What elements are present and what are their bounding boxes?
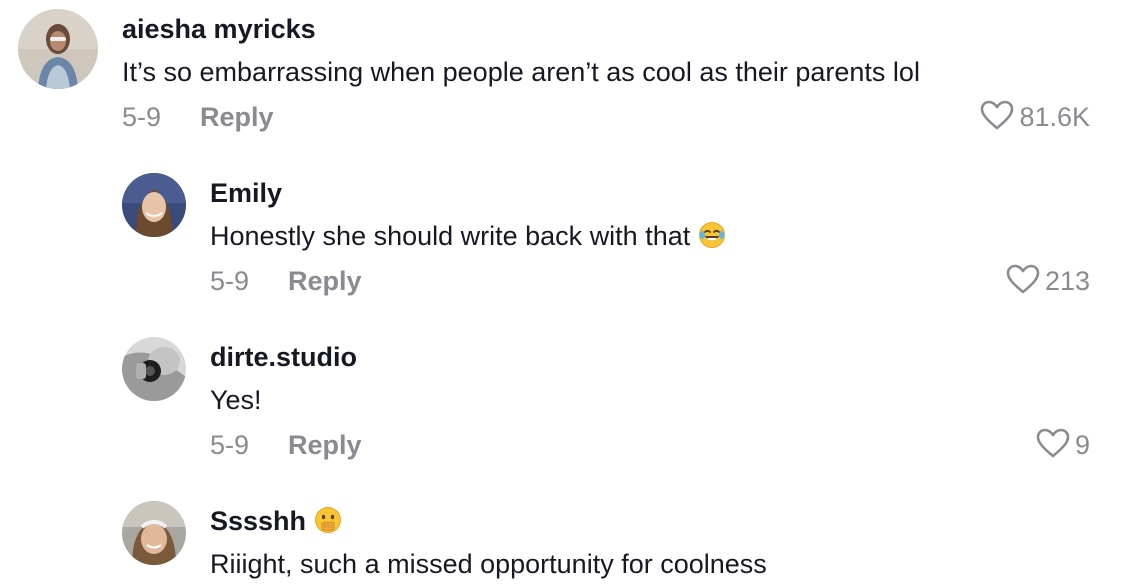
heart-icon	[979, 99, 1015, 136]
reply-button[interactable]: Reply	[288, 265, 362, 297]
like-button[interactable]: 213	[1005, 263, 1090, 300]
comment-username[interactable]: Sssshh	[210, 505, 342, 541]
like-count: 213	[1044, 266, 1090, 296]
like-count: 81.6K	[1019, 102, 1090, 132]
reply-button[interactable]: Reply	[288, 429, 362, 461]
reply-button[interactable]: Reply	[200, 101, 274, 133]
comment-text: Riiight, such a missed opportunity for c…	[210, 549, 767, 579]
comment-username[interactable]: aiesha myricks	[122, 13, 316, 45]
avatar[interactable]	[122, 173, 186, 237]
heart-icon	[1005, 263, 1041, 300]
face-with-hand-over-mouth-icon	[314, 506, 342, 541]
heart-icon	[1035, 427, 1071, 464]
comment-date: 5-9	[210, 430, 250, 460]
avatar[interactable]	[122, 337, 186, 401]
comment-text: Yes!	[210, 385, 262, 415]
comment-username-text: Sssshh	[210, 506, 307, 536]
comment-date: 5-9	[210, 266, 250, 296]
avatar[interactable]	[122, 501, 186, 565]
comment-text: It’s so embarrassing when people aren’t …	[122, 57, 920, 87]
avatar[interactable]	[18, 9, 98, 89]
comment-text-content: Honestly she should write back with that	[210, 221, 691, 251]
comment-text: Honestly she should write back with that	[210, 220, 726, 256]
comment-username[interactable]: dirte.studio	[210, 341, 357, 373]
like-button[interactable]: 9	[1035, 427, 1090, 464]
like-count: 9	[1074, 430, 1090, 460]
like-button[interactable]: 81.6K	[979, 99, 1090, 136]
comment-date: 5-9	[122, 102, 162, 132]
comment-username[interactable]: Emily	[210, 177, 282, 209]
face-with-tears-of-joy-icon	[698, 221, 726, 256]
